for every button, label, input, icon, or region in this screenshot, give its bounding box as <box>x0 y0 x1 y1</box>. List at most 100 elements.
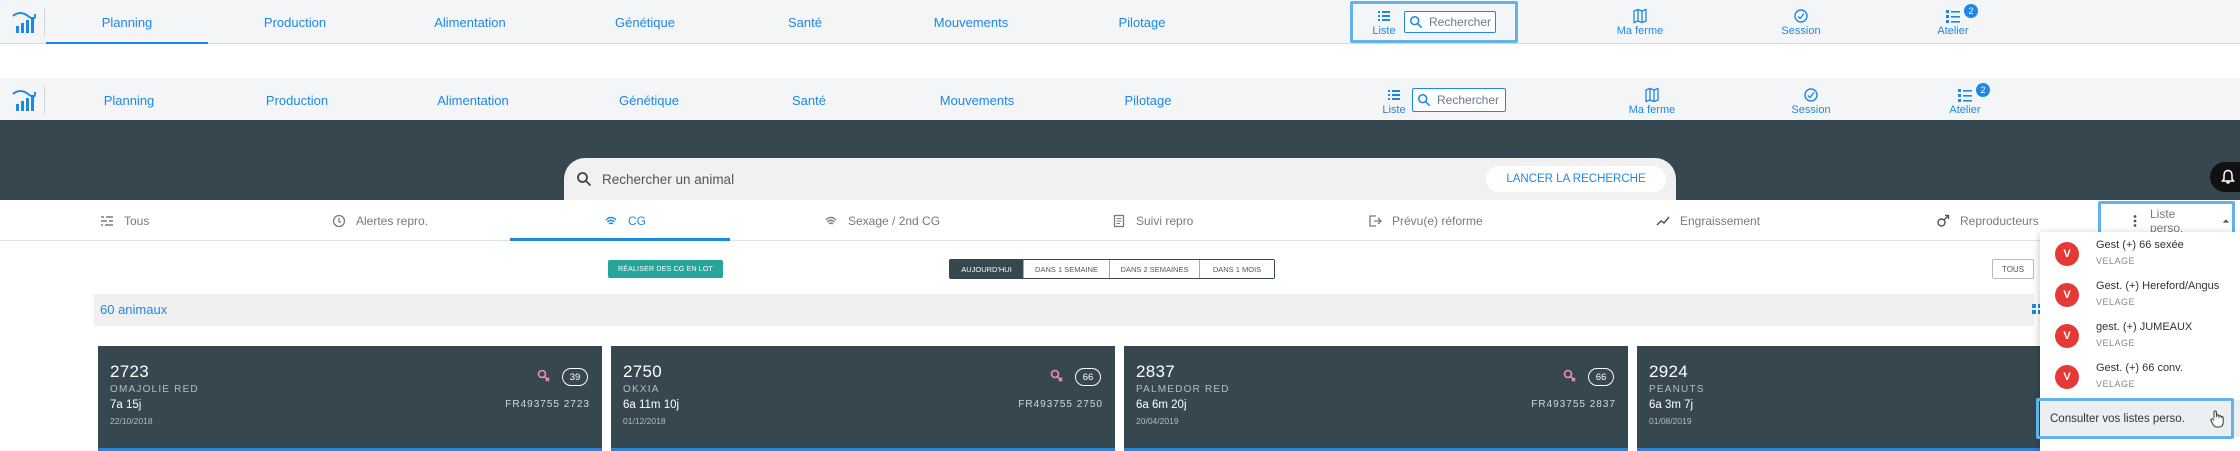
nav-item-alimentation[interactable]: Alimentation <box>408 78 538 122</box>
bell-icon <box>2221 169 2235 184</box>
nav-search-placeholder: Rechercher <box>1437 93 1500 107</box>
animal-card[interactable]: 2723 OMAJOLIE RED 7a 15j 22/10/2018 FR49… <box>98 346 602 451</box>
tab-cg[interactable]: CG <box>604 201 646 241</box>
tab-reproducteurs[interactable]: Reproducteurs <box>1936 201 2039 241</box>
filter-tabs: Tous Alertes repro. CG Sexage / 2nd CG S… <box>0 201 2240 241</box>
female-symbol-icon <box>1050 369 1063 382</box>
animal-age: 6a 3m 7j <box>1649 399 1694 411</box>
nav-label: Production <box>265 92 329 108</box>
animal-age: 6a 11m 10j <box>623 399 680 411</box>
nav-session-label: Session <box>1791 103 1831 116</box>
map-icon <box>1633 8 1647 23</box>
list-subtitle: VELAGE <box>2096 297 2136 307</box>
gestation-badge: 66 <box>1588 368 1614 386</box>
nav-search-input[interactable]: Rechercher <box>1412 88 1506 112</box>
nav-item-sante[interactable]: Santé <box>744 78 874 122</box>
period-1-month[interactable]: DANS 1 MOIS <box>1200 260 1274 278</box>
gauge-icon <box>1804 87 1818 102</box>
tab-alertes-repro[interactable]: Alertes repro. <box>332 201 428 241</box>
tous-filter-button[interactable]: TOUS <box>1992 259 2034 279</box>
document-icon <box>1113 214 1125 228</box>
gauge-icon <box>1794 8 1808 23</box>
nav-atelier-label: Atelier <box>1937 24 1969 37</box>
nav-ma-ferme-button[interactable]: Ma ferme <box>1622 83 1682 119</box>
consult-lists-button[interactable]: Consulter vos listes perso. <box>2040 400 2240 437</box>
period-2-weeks[interactable]: DANS 2 SEMAINES <box>1110 260 1200 278</box>
trend-up-icon <box>1656 216 1670 226</box>
nav-item-mouvements[interactable]: Mouvements <box>906 0 1036 44</box>
nav-item-alimentation[interactable]: Alimentation <box>405 0 535 44</box>
nav-item-genetique[interactable]: Génétique <box>584 78 714 122</box>
app-logo-icon[interactable] <box>10 8 38 36</box>
animal-birth-date: 22/10/2018 <box>110 416 153 426</box>
tab-prevu-reforme[interactable]: Prévu(e) réforme <box>1368 201 1483 241</box>
nav-liste-label: Liste <box>1372 24 1396 37</box>
nav-liste-label: Liste <box>1382 103 1406 116</box>
nav-liste-button[interactable]: Liste <box>1362 4 1406 40</box>
checklist-icon <box>1946 9 1960 23</box>
period-1-week[interactable]: DANS 1 SEMAINE <box>1024 260 1110 278</box>
nav-ma-ferme-label: Ma ferme <box>1616 24 1664 37</box>
list-item[interactable]: V Gest. (+) Hereford/Angus VELAGE <box>2040 273 2240 314</box>
tab-label: Reproducteurs <box>1960 214 2039 228</box>
logo-divider <box>44 8 45 36</box>
animal-number: 2723 <box>110 362 150 381</box>
list-title: Gest (+) 66 sexée <box>2096 239 2184 251</box>
tab-suivi-repro[interactable]: Suivi repro <box>1112 201 1193 241</box>
animal-name: PALMEDOR RED <box>1136 384 1230 395</box>
nav-label: Génétique <box>615 14 675 30</box>
clock-alert-icon <box>332 214 346 228</box>
top-nav-primary: Planning Production Alimentation Génétiq… <box>0 0 2240 44</box>
animal-name: OMAJOLIE RED <box>110 384 199 395</box>
animal-search-bar[interactable]: Rechercher un animal LANCER LA RECHERCHE <box>564 158 1676 200</box>
top-nav-secondary: Planning Production Alimentation Génétiq… <box>0 78 2240 122</box>
list-item[interactable]: V Gest. (+) 66 conv. VELAGE <box>2040 355 2240 396</box>
tab-tous[interactable]: Tous <box>100 201 149 241</box>
nav-session-button[interactable]: Session <box>1776 4 1826 40</box>
list-item[interactable]: V gest. (+) JUMEAUX VELAGE <box>2040 314 2240 355</box>
nav-item-production[interactable]: Production <box>230 0 360 44</box>
animal-name: PEANUTS <box>1649 384 1705 395</box>
list-avatar: V <box>2055 242 2079 266</box>
nav-item-pilotage[interactable]: Pilotage <box>1083 78 1213 122</box>
list-icon <box>1378 10 1390 21</box>
notification-bell-button[interactable] <box>2210 162 2240 192</box>
nav-label: Pilotage <box>1124 92 1172 108</box>
nav-item-production[interactable]: Production <box>232 78 362 122</box>
app-logo-icon[interactable] <box>10 86 38 114</box>
liste-perso-dropdown: V Gest (+) 66 sexée VELAGE V Gest. (+) H… <box>2040 232 2240 451</box>
tab-label: CG <box>628 214 646 228</box>
animal-age: 7a 15j <box>110 399 142 411</box>
logo-divider <box>44 86 45 114</box>
nav-item-mouvements[interactable]: Mouvements <box>912 78 1042 122</box>
checklist-icon <box>1958 88 1972 102</box>
tab-engraissement[interactable]: Engraissement <box>1656 201 1760 241</box>
active-tab-indicator <box>510 238 730 241</box>
list-item[interactable]: V Gest (+) 66 sexée VELAGE <box>2040 232 2240 273</box>
nav-session-button[interactable]: Session <box>1786 83 1836 119</box>
nav-item-planning[interactable]: Planning <box>64 78 194 122</box>
nav-item-sante[interactable]: Santé <box>740 0 870 44</box>
bulk-cg-button[interactable]: RÉALISER DES CG EN LOT <box>608 260 723 278</box>
nav-item-genetique[interactable]: Génétique <box>580 0 710 44</box>
list-avatar: V <box>2055 283 2079 307</box>
animal-count-bar: 60 animaux <box>94 294 2042 326</box>
list-subtitle: VELAGE <box>2096 256 2136 266</box>
nav-item-planning[interactable]: Planning <box>46 0 208 44</box>
period-today[interactable]: AUJOURD'HUI <box>950 260 1024 278</box>
nav-search-input[interactable]: Rechercher <box>1404 11 1496 33</box>
nav-liste-button[interactable]: Liste <box>1372 83 1416 119</box>
nav-session-label: Session <box>1781 24 1821 37</box>
nav-ma-ferme-button[interactable]: Ma ferme <box>1610 4 1670 40</box>
nav-item-pilotage[interactable]: Pilotage <box>1077 0 1207 44</box>
exit-icon <box>1369 215 1382 227</box>
tab-sexage[interactable]: Sexage / 2nd CG <box>824 201 940 241</box>
nav-label: Mouvements <box>933 14 1009 30</box>
nav-label: Planning <box>101 14 153 30</box>
tab-label: Alertes repro. <box>356 214 429 228</box>
launch-search-button[interactable]: LANCER LA RECHERCHE <box>1486 166 1666 192</box>
animal-card[interactable]: 2837 PALMEDOR RED 6a 6m 20j 20/04/2019 F… <box>1124 346 1628 451</box>
nav-label: Santé <box>792 92 826 108</box>
animal-card[interactable]: 2750 OKXIA 6a 11m 10j 01/12/2018 FR49375… <box>611 346 1115 451</box>
nav-label: Santé <box>788 14 822 30</box>
